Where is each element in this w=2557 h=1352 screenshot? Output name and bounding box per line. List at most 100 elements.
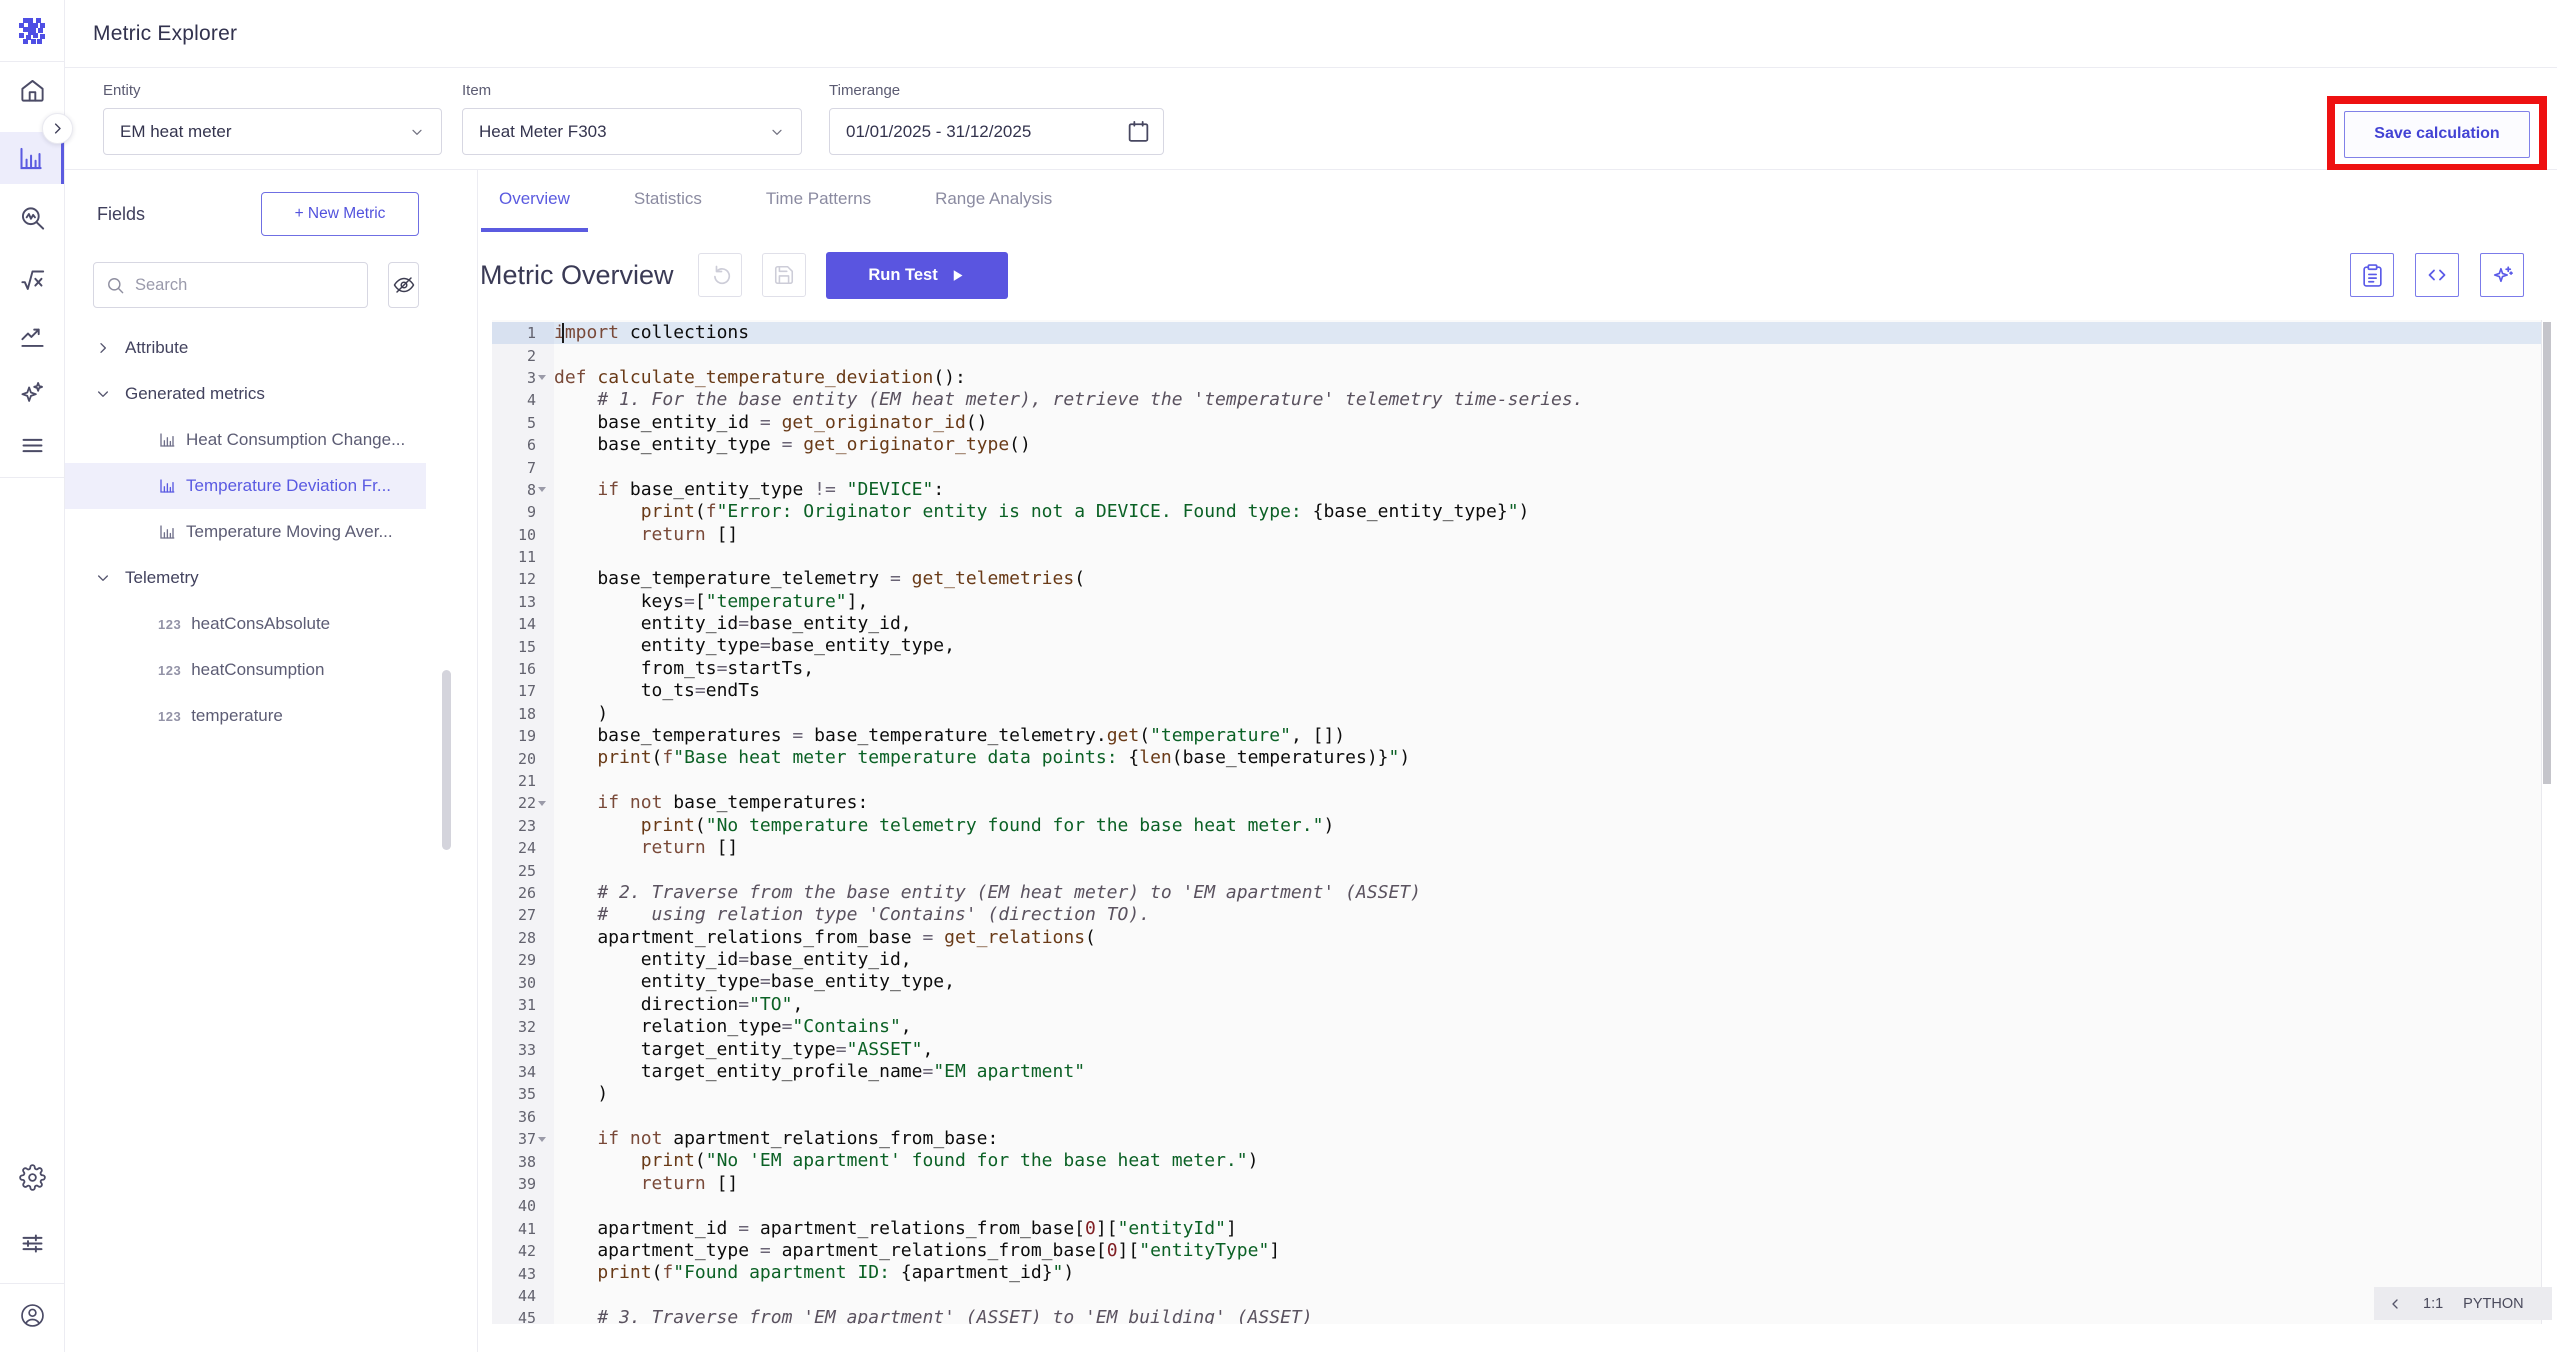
- timerange-field: Timerange 01/01/2025 - 31/12/2025: [829, 82, 1164, 155]
- line-number[interactable]: 37: [492, 1128, 554, 1150]
- tree-item-temperature-deviation-fr[interactable]: Temperature Deviation Fr...: [65, 463, 426, 509]
- sidebar-item-formulas[interactable]: [0, 254, 64, 306]
- tree-label: Temperature Moving Aver...: [186, 522, 393, 542]
- tree-label: Telemetry: [125, 568, 199, 588]
- chevron-down-icon: [769, 124, 785, 140]
- code-line-40: [554, 1195, 2541, 1217]
- statusbar-collapse-button[interactable]: [2387, 1296, 2403, 1312]
- line-number[interactable]: 22: [492, 792, 554, 814]
- refresh-button[interactable]: [698, 253, 742, 297]
- sidebar-item-settings[interactable]: [0, 1151, 64, 1203]
- code-line-24: return []: [554, 837, 2541, 859]
- save-draft-button[interactable]: [762, 253, 806, 297]
- editor-code-area[interactable]: import collections def calculate_tempera…: [554, 322, 2541, 1324]
- fields-title: Fields: [93, 204, 261, 225]
- entity-label: Entity: [103, 82, 442, 99]
- sidebar-item-home[interactable]: [0, 64, 64, 116]
- fields-panel-scrollbar[interactable]: [442, 670, 451, 850]
- code-line-34: target_entity_profile_name="EM apartment…: [554, 1061, 2541, 1083]
- code-line-21: [554, 770, 2541, 792]
- line-number: 29: [492, 949, 554, 971]
- editor-scrollbar[interactable]: [2541, 320, 2552, 1324]
- statusbar-zoom: 1:1: [2423, 1296, 2443, 1312]
- code-line-15: entity_type=base_entity_type,: [554, 635, 2541, 657]
- line-number: 21: [492, 770, 554, 792]
- line-number: 33: [492, 1039, 554, 1061]
- code-line-7: [554, 456, 2541, 478]
- tree-item-heatconsumption[interactable]: 123heatConsumption: [65, 647, 426, 693]
- item-select[interactable]: Heat Meter F303: [462, 108, 802, 155]
- tree-item-heat-consumption-change[interactable]: Heat Consumption Change...: [65, 417, 426, 463]
- run-test-label: Run Test: [868, 266, 937, 285]
- sparkle-icon: [2490, 263, 2515, 288]
- ai-assist-button[interactable]: [2480, 253, 2524, 297]
- copy-button[interactable]: [2350, 253, 2394, 297]
- line-number: 28: [492, 927, 554, 949]
- tab-overview[interactable]: Overview: [481, 170, 588, 232]
- chevron-right-icon: [50, 121, 65, 136]
- sidebar-item-account[interactable]: [0, 1289, 64, 1341]
- numeric-123-icon: 123: [158, 663, 181, 678]
- line-number: 23: [492, 815, 554, 837]
- tree-item-temperature[interactable]: 123temperature: [65, 693, 426, 739]
- sidebar-item-explore[interactable]: [0, 192, 64, 244]
- tree-section-generated-metrics[interactable]: Generated metrics: [65, 371, 426, 417]
- line-number: 39: [492, 1173, 554, 1195]
- item-field: Item Heat Meter F303: [462, 82, 802, 155]
- code-line-36: [554, 1106, 2541, 1128]
- line-number[interactable]: 3: [492, 367, 554, 389]
- code-line-39: return []: [554, 1173, 2541, 1195]
- tab-statistics[interactable]: Statistics: [616, 170, 720, 232]
- sidebar-item-preferences[interactable]: [0, 1217, 64, 1269]
- tree-section-telemetry[interactable]: Telemetry: [65, 555, 426, 601]
- toggle-hidden-button[interactable]: [388, 262, 419, 308]
- entity-select[interactable]: EM heat meter: [103, 108, 442, 155]
- bar-chart-icon: [158, 523, 176, 541]
- timerange-label: Timerange: [829, 82, 1164, 99]
- editor-scrollbar-thumb[interactable]: [2543, 322, 2551, 784]
- code-line-43: print(f"Found apartment ID: {apartment_i…: [554, 1262, 2541, 1284]
- code-line-45: # 3. Traverse from 'EM apartment' (ASSET…: [554, 1307, 2541, 1324]
- tree-item-temperature-moving-aver[interactable]: Temperature Moving Aver...: [65, 509, 426, 555]
- gear-icon: [19, 1164, 46, 1191]
- item-label: Item: [462, 82, 802, 99]
- line-number[interactable]: 8: [492, 479, 554, 501]
- code-line-22: if not base_temperatures:: [554, 792, 2541, 814]
- tab-range-analysis[interactable]: Range Analysis: [917, 170, 1070, 232]
- trend-icon: [19, 324, 46, 351]
- sidebar-item-trends[interactable]: [0, 311, 64, 363]
- statusbar-language: PYTHON: [2463, 1296, 2523, 1312]
- sidebar-expand-button[interactable]: [42, 113, 73, 144]
- tree-section-attribute[interactable]: Attribute: [65, 325, 426, 371]
- bar-chart-icon: [158, 431, 176, 449]
- sidebar-item-ai[interactable]: [0, 366, 64, 418]
- line-number: 27: [492, 904, 554, 926]
- chevron-right-icon: [95, 340, 111, 356]
- search-input[interactable]: [135, 276, 355, 295]
- new-metric-button[interactable]: + New Metric: [261, 192, 419, 236]
- sidebar-item-menu[interactable]: [0, 419, 64, 471]
- tab-time-patterns[interactable]: Time Patterns: [748, 170, 889, 232]
- code-editor[interactable]: 1234567891011121314151617181920212223242…: [492, 320, 2552, 1324]
- code-line-44: [554, 1285, 2541, 1307]
- timerange-input[interactable]: 01/01/2025 - 31/12/2025: [829, 108, 1164, 155]
- line-number: 20: [492, 747, 554, 769]
- bar-chart-icon: [17, 145, 44, 172]
- run-test-button[interactable]: Run Test: [826, 252, 1008, 299]
- tree-label: Heat Consumption Change...: [186, 430, 405, 450]
- code-line-18: ): [554, 703, 2541, 725]
- code-view-button[interactable]: [2415, 253, 2459, 297]
- refresh-icon: [708, 263, 732, 287]
- save-calculation-button[interactable]: Save calculation: [2344, 111, 2530, 158]
- line-number: 35: [492, 1083, 554, 1105]
- line-number: 17: [492, 680, 554, 702]
- play-icon: [950, 268, 965, 283]
- chevron-down-icon: [95, 570, 111, 586]
- rail-divider-bottom: [0, 1283, 64, 1284]
- chevron-left-icon: [2387, 1296, 2403, 1312]
- app-logo: [0, 0, 64, 62]
- line-number: 42: [492, 1240, 554, 1262]
- tree-item-heatconsabsolute[interactable]: 123heatConsAbsolute: [65, 601, 426, 647]
- code-line-12: base_temperature_telemetry = get_telemet…: [554, 568, 2541, 590]
- tree-label: temperature: [191, 706, 283, 726]
